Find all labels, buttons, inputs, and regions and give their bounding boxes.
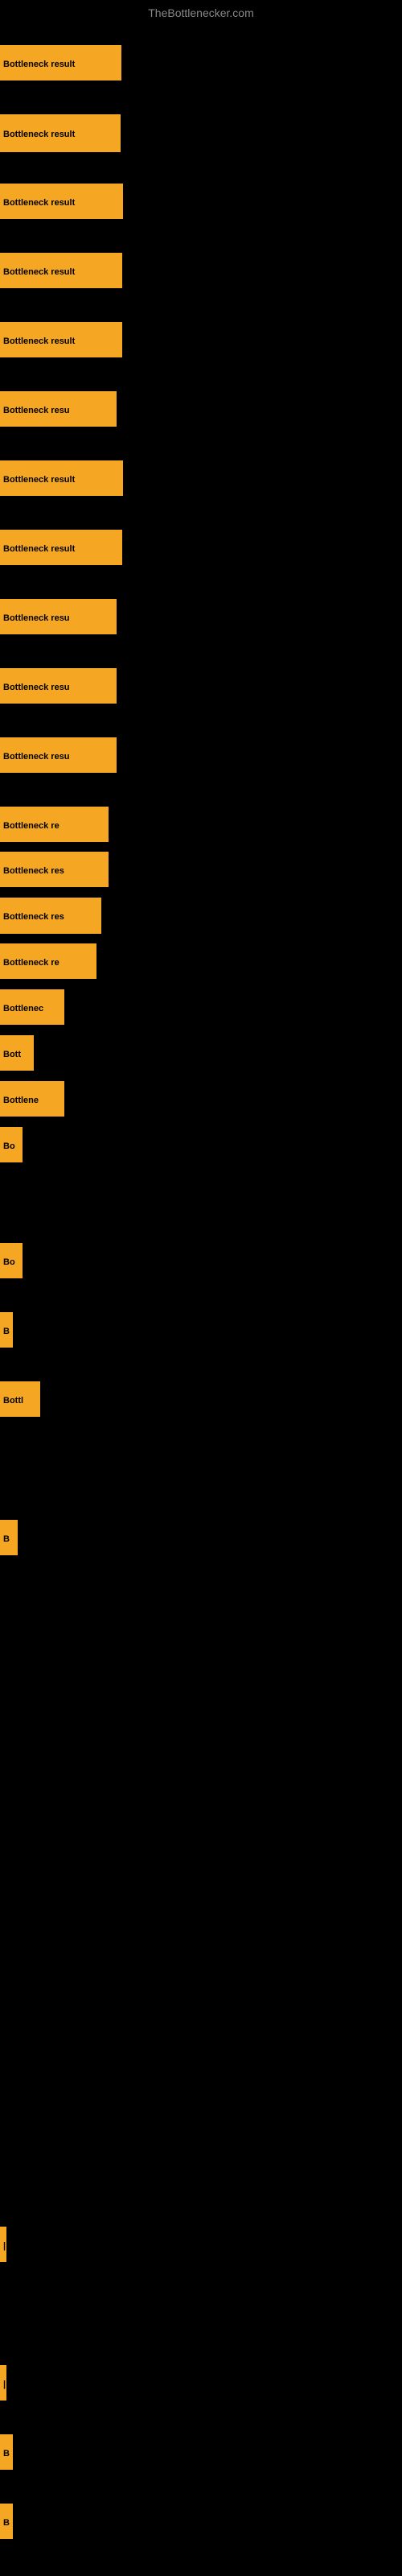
bottleneck-badge-12: Bottleneck re: [0, 807, 109, 842]
bottleneck-badge-16: Bottlenec: [0, 989, 64, 1025]
bottleneck-badge-4: Bottleneck result: [0, 253, 122, 288]
bottleneck-badge-1: Bottleneck result: [0, 45, 121, 80]
bottleneck-badge-22: Bottl: [0, 1381, 40, 1417]
bottleneck-badge-3: Bottleneck result: [0, 184, 123, 219]
bottleneck-badge-14: Bottleneck res: [0, 898, 101, 934]
bottleneck-badge-13: Bottleneck res: [0, 852, 109, 887]
bottleneck-badge-6: Bottleneck resu: [0, 391, 117, 427]
bottleneck-badge-23: B: [0, 1520, 18, 1555]
bottleneck-badge-8: Bottleneck result: [0, 530, 122, 565]
bottleneck-badge-27: B: [0, 2504, 13, 2539]
bottleneck-badge-18: Bottlene: [0, 1081, 64, 1117]
bottleneck-badge-26: B: [0, 2434, 13, 2470]
bottleneck-badge-9: Bottleneck resu: [0, 599, 117, 634]
bottleneck-badge-11: Bottleneck resu: [0, 737, 117, 773]
bottleneck-badge-7: Bottleneck result: [0, 460, 123, 496]
bottleneck-badge-15: Bottleneck re: [0, 943, 96, 979]
bottleneck-badge-24: |: [0, 2227, 6, 2262]
bottleneck-badge-2: Bottleneck result: [0, 114, 121, 152]
bottleneck-badge-20: Bo: [0, 1243, 23, 1278]
bottleneck-badge-21: B: [0, 1312, 13, 1348]
bottleneck-badge-25: |: [0, 2365, 6, 2401]
site-title: TheBottlenecker.com: [0, 6, 402, 19]
bottleneck-badge-5: Bottleneck result: [0, 322, 122, 357]
bottleneck-badge-10: Bottleneck resu: [0, 668, 117, 704]
bottleneck-badge-19: Bo: [0, 1127, 23, 1162]
bottleneck-badge-17: Bott: [0, 1035, 34, 1071]
